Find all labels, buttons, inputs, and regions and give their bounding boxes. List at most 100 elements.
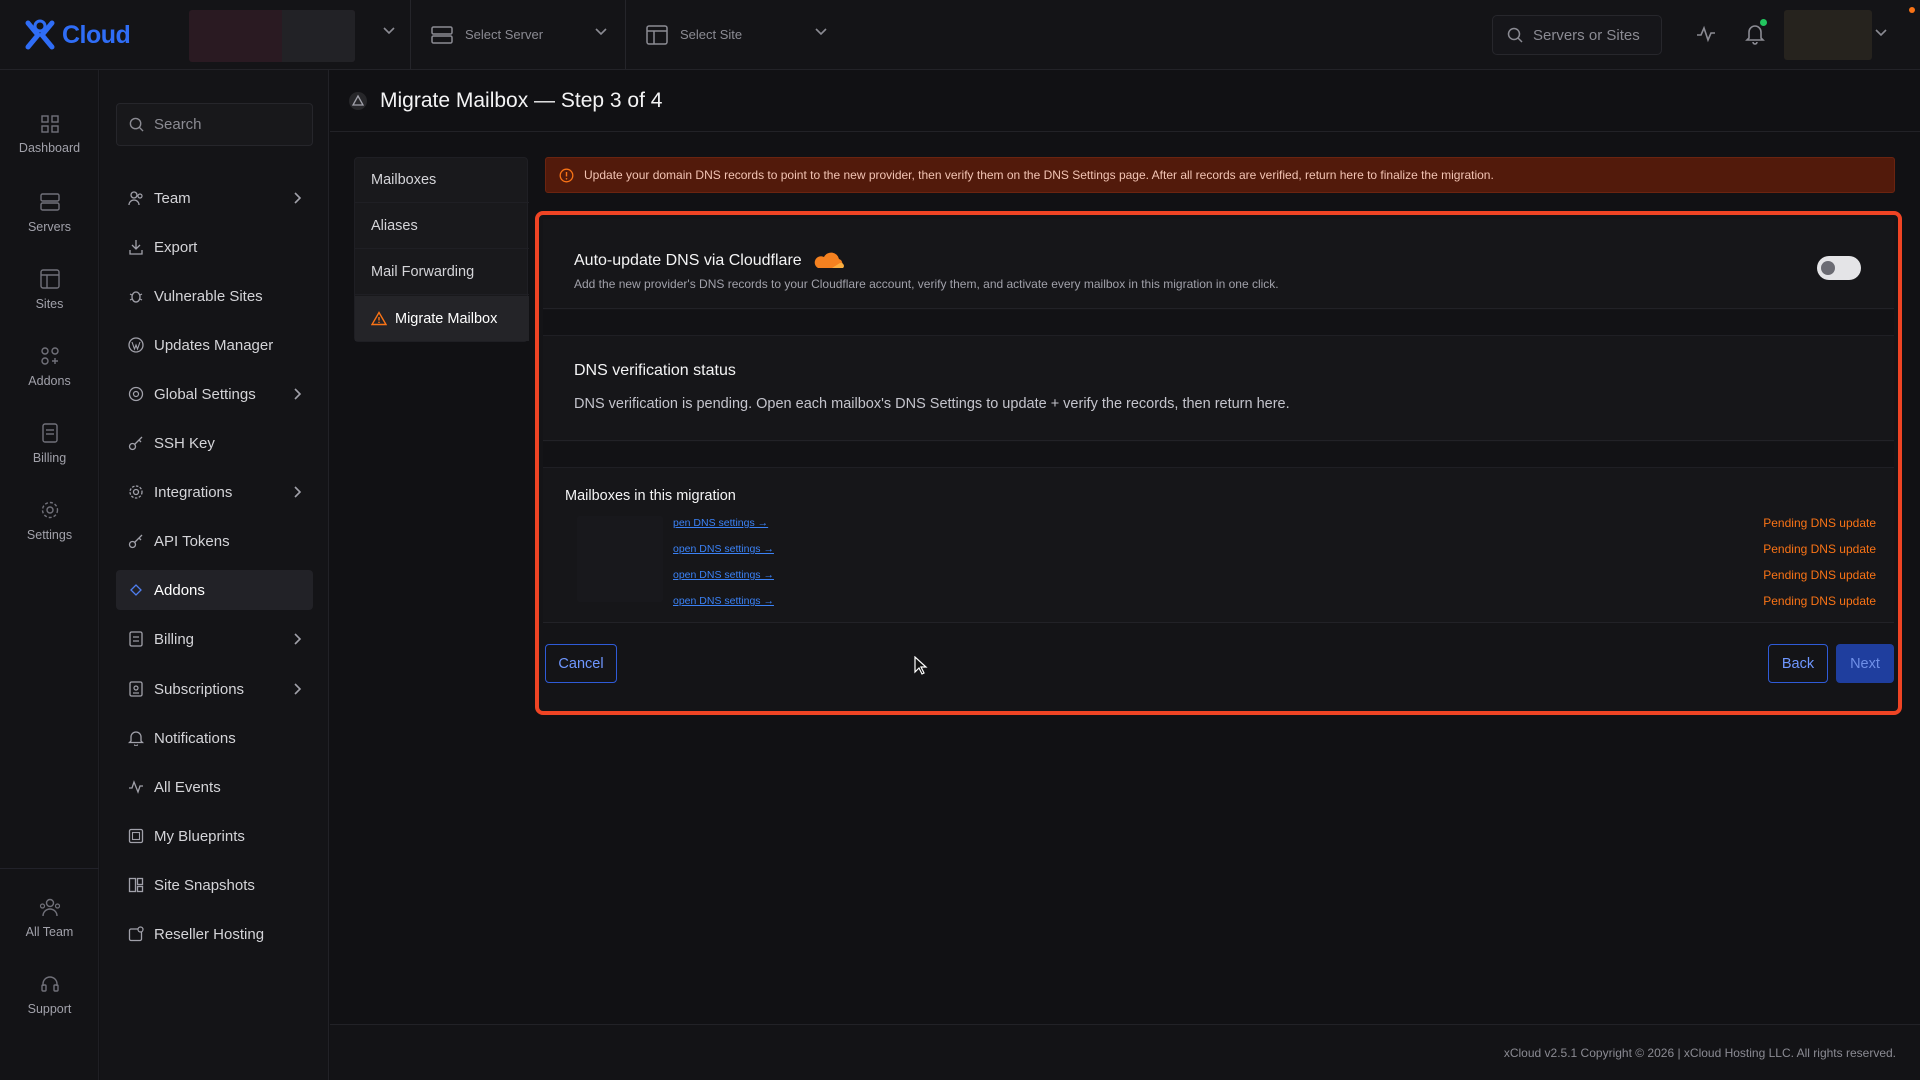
bell-icon (128, 731, 144, 746)
sidebar-item-team[interactable]: Team (116, 178, 313, 218)
sidebar-item-site-snapshots[interactable]: Site Snapshots (116, 865, 313, 905)
sidebar-item-global-settings[interactable]: Global Settings (116, 374, 313, 414)
bug-icon (129, 291, 143, 303)
sidebar-item-notifications[interactable]: Notifications (116, 718, 313, 758)
sidebar-search-input[interactable]: Search (116, 103, 313, 146)
mouse-cursor-icon (914, 656, 928, 675)
grid-icon (40, 115, 59, 133)
sidebar-item-vulnerable-sites[interactable]: Vulnerable Sites (116, 276, 313, 316)
warning-icon (349, 91, 367, 110)
status-badge: Pending DNS update (1763, 542, 1876, 556)
headset-icon (40, 976, 59, 992)
rail-item-label: Sites (35, 297, 64, 311)
dns-settings-link[interactable]: open DNS settings → (673, 569, 774, 581)
cancel-button[interactable]: Cancel (545, 644, 617, 683)
tab-mail-forwarding[interactable]: Mail Forwarding (355, 250, 529, 295)
rail-item-addons[interactable]: Addons (0, 346, 99, 388)
tab-aliases[interactable]: Aliases (355, 204, 529, 249)
team-switcher[interactable] (189, 10, 355, 62)
toggle-knob (1821, 261, 1835, 275)
dns-status-section: DNS verification status DNS verification… (543, 336, 1894, 441)
sidebar-item-subscriptions[interactable]: Subscriptions (116, 669, 313, 709)
sidebar-item-label: Updates Manager (154, 336, 274, 354)
dns-settings-link[interactable]: open DNS settings → (673, 595, 774, 607)
xcloud-logo-icon (25, 19, 55, 50)
cloudflare-icon (814, 252, 844, 268)
gear-icon (41, 501, 58, 519)
blueprint-icon (128, 828, 144, 844)
rail-item-all-team[interactable]: All Team (0, 897, 99, 939)
chevron-right-icon (294, 192, 302, 204)
wordpress-icon (128, 337, 144, 353)
cloudflare-title: Auto-update DNS via Cloudflare (574, 252, 802, 269)
rail-item-servers[interactable]: Servers (0, 192, 99, 234)
sidebar-item-integrations[interactable]: Integrations (116, 472, 313, 512)
sidebar-item-billing[interactable]: Billing (116, 619, 313, 659)
chevron-right-icon (294, 486, 302, 498)
activity-icon (129, 780, 143, 794)
rail-item-label: Servers (27, 220, 72, 234)
rail-item-label: Billing (32, 451, 67, 465)
copyright-text: xCloud v2.5.1 Copyright © 2026 | xCloud … (1503, 1046, 1896, 1060)
chevron-right-icon (294, 683, 302, 695)
rail-item-billing[interactable]: Billing (0, 423, 99, 465)
page-title: Migrate Mailbox — Step 3 of 4 (380, 88, 663, 112)
sidebar-item-label: Global Settings (154, 385, 256, 403)
bell-icon[interactable] (1745, 23, 1765, 45)
sidebar-item-all-events[interactable]: All Events (116, 767, 313, 807)
rail-item-support[interactable]: Support (0, 974, 99, 1016)
rail-item-label: Support (27, 1002, 72, 1016)
rail-item-sites[interactable]: Sites (0, 269, 99, 311)
dns-settings-link[interactable]: open DNS settings → (673, 543, 774, 555)
back-button[interactable]: Back (1768, 644, 1828, 683)
browser-icon (39, 269, 60, 289)
sidebar-item-my-blueprints[interactable]: My Blueprints (116, 816, 313, 856)
next-button[interactable]: Next (1836, 644, 1894, 683)
sidebar-item-label: Reseller Hosting (154, 925, 265, 943)
rail-item-dashboard[interactable]: Dashboard (0, 115, 99, 155)
key-icon (128, 436, 143, 451)
server-select[interactable]: Select Server (410, 0, 620, 69)
user-avatar[interactable] (1784, 10, 1872, 60)
tab-migrate-mailbox[interactable]: Migrate Mailbox (355, 296, 529, 341)
sidebar-item-label: SSH Key (154, 434, 215, 452)
chevron-right-icon (294, 388, 302, 400)
sidebar-item-ssh-key[interactable]: SSH Key (116, 423, 313, 463)
search-icon (1507, 27, 1523, 43)
footer: xCloud v2.5.1 Copyright © 2026 | xCloud … (330, 1024, 1920, 1080)
sidebar-item-label: Subscriptions (154, 680, 245, 698)
sidebar-item-label: Export (154, 238, 198, 256)
rail-item-label: Dashboard (18, 141, 81, 155)
team-icon (39, 898, 60, 917)
cloudflare-toggle[interactable] (1817, 256, 1861, 280)
chevron-down-icon[interactable] (1874, 28, 1888, 38)
brand-logo[interactable]: Cloud (22, 14, 131, 56)
dns-status-title: DNS verification status (574, 362, 736, 379)
cloudflare-section: Auto-update DNS via Cloudflare Add the n… (543, 219, 1894, 309)
notification-dot (1760, 19, 1767, 26)
rail-divider (0, 868, 99, 869)
dns-alert-banner: Update your domain DNS records to point … (545, 157, 1895, 193)
global-search-input[interactable]: Servers or Sites (1492, 15, 1662, 55)
tab-mailboxes[interactable]: Mailboxes (355, 158, 529, 203)
sidebar-item-label: Addons (154, 581, 205, 599)
chevron-down-icon[interactable] (382, 26, 396, 36)
sidebar-item-label: Vulnerable Sites (154, 287, 263, 305)
dns-settings-link[interactable]: pen DNS settings → (673, 517, 768, 529)
sidebar-item-label: My Blueprints (154, 827, 245, 845)
sidebar-item-reseller-hosting[interactable]: Reseller Hosting (116, 914, 313, 954)
page-header: Migrate Mailbox — Step 3 of 4 (330, 70, 1920, 132)
mail-tabs: Mailboxes Aliases Mail Forwarding Migrat… (354, 157, 529, 342)
sidebar-item-label: Team (154, 189, 191, 207)
sidebar-item-addons[interactable]: Addons (116, 570, 313, 610)
rail-item-settings[interactable]: Settings (0, 500, 99, 542)
section-divider (543, 442, 1894, 468)
sidebar-item-api-tokens[interactable]: API Tokens (116, 521, 313, 561)
sidebar-item-export[interactable]: Export (116, 227, 313, 267)
site-select[interactable]: Select Site (625, 0, 840, 69)
status-badge: Pending DNS update (1763, 594, 1876, 608)
gear-icon (129, 485, 143, 499)
chevron-down-icon (595, 28, 607, 36)
activity-icon[interactable] (1696, 24, 1716, 44)
sidebar-item-updates-manager[interactable]: Updates Manager (116, 325, 313, 365)
